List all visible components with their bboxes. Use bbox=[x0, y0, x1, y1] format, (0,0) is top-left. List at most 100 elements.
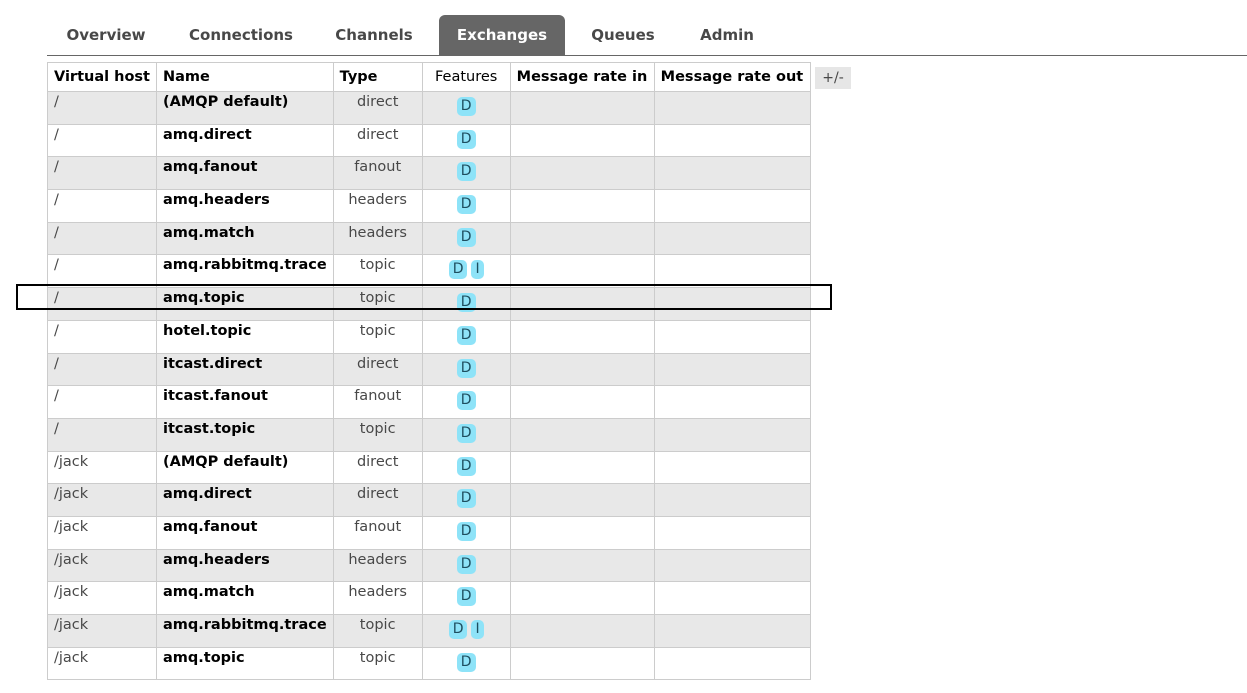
cell-features: D bbox=[421, 352, 511, 387]
cell-features: DI bbox=[421, 254, 511, 289]
exchanges-page: Overview Connections Channels Exchanges … bbox=[0, 0, 1247, 693]
cell-message-rate-in bbox=[509, 91, 655, 125]
cell-exchange-name-link[interactable]: amq.rabbitmq.trace bbox=[156, 614, 334, 648]
table-row[interactable]: / amq.topic topic D bbox=[47, 287, 811, 321]
toggle-columns-button[interactable]: +/- bbox=[815, 67, 851, 89]
table-row[interactable]: / amq.headers headers D bbox=[47, 189, 811, 223]
cell-exchange-name-link[interactable]: amq.direct bbox=[156, 483, 334, 517]
cell-message-rate-in bbox=[509, 123, 655, 158]
cell-features: D bbox=[421, 123, 511, 158]
durable-badge: D bbox=[456, 293, 476, 313]
cell-message-rate-in bbox=[509, 221, 655, 256]
tab-admin[interactable]: Admin bbox=[687, 15, 767, 55]
cell-features: D bbox=[421, 287, 511, 321]
cell-message-rate-out bbox=[653, 548, 811, 583]
tab-overview[interactable]: Overview bbox=[47, 15, 165, 55]
cell-exchange-name-link[interactable]: (AMQP default) bbox=[156, 91, 334, 125]
cell-virtual-host: / bbox=[47, 352, 157, 387]
cell-message-rate-out bbox=[653, 156, 811, 191]
column-header-message-rate-out[interactable]: Message rate out bbox=[653, 62, 811, 92]
table-row[interactable]: /jack amq.fanout fanout D bbox=[47, 515, 811, 550]
durable-badge: D bbox=[456, 97, 476, 116]
column-header-virtual-host[interactable]: Virtual host bbox=[47, 62, 157, 92]
cell-type: topic bbox=[332, 254, 423, 289]
cell-exchange-name-link[interactable]: hotel.topic bbox=[156, 319, 334, 354]
column-header-message-rate-in[interactable]: Message rate in bbox=[509, 62, 655, 92]
tab-connections[interactable]: Connections bbox=[175, 15, 307, 55]
table-row[interactable]: / itcast.direct direct D bbox=[47, 352, 811, 387]
table-row[interactable]: / amq.rabbitmq.trace topic D I bbox=[47, 254, 811, 289]
cell-exchange-name-link[interactable]: amq.rabbitmq.trace bbox=[156, 254, 334, 289]
cell-virtual-host: / bbox=[47, 91, 157, 125]
cell-virtual-host: / bbox=[47, 385, 157, 419]
table-row[interactable]: /jack amq.direct direct D bbox=[47, 483, 811, 517]
table-header-row: Virtual host Name Type Features Message … bbox=[47, 62, 811, 92]
durable-badge: D bbox=[456, 325, 476, 345]
cell-message-rate-in bbox=[509, 581, 655, 615]
table-row[interactable]: / amq.match headers D bbox=[47, 221, 811, 256]
durable-badge: D bbox=[456, 652, 476, 672]
cell-message-rate-out bbox=[653, 221, 811, 256]
cell-message-rate-out bbox=[653, 646, 811, 681]
table-row[interactable]: /jack amq.headers headers D bbox=[47, 548, 811, 583]
table-row[interactable]: /jack amq.match headers D bbox=[47, 581, 811, 615]
cell-type: topic bbox=[332, 417, 423, 452]
cell-exchange-name-link[interactable]: amq.topic bbox=[156, 287, 334, 321]
tab-queues[interactable]: Queues bbox=[579, 15, 667, 55]
cell-features: DI bbox=[421, 614, 511, 648]
durable-badge: D bbox=[456, 521, 476, 541]
cell-type: fanout bbox=[332, 156, 423, 191]
cell-type: topic bbox=[332, 646, 423, 681]
internal-badge: I bbox=[471, 260, 484, 280]
column-header-name[interactable]: Name bbox=[156, 62, 334, 92]
cell-features: D bbox=[421, 483, 511, 517]
cell-virtual-host: /jack bbox=[47, 646, 157, 681]
cell-type: fanout bbox=[332, 385, 423, 419]
cell-exchange-name-link[interactable]: itcast.fanout bbox=[156, 385, 334, 419]
cell-features: D bbox=[421, 91, 511, 125]
cell-message-rate-in bbox=[509, 254, 655, 289]
cell-message-rate-out bbox=[653, 385, 811, 419]
cell-message-rate-in bbox=[509, 614, 655, 648]
cell-exchange-name-link[interactable]: amq.topic bbox=[156, 646, 334, 681]
table-row[interactable]: / hotel.topic topic D bbox=[47, 319, 811, 354]
cell-features: D bbox=[421, 450, 511, 485]
tab-channels[interactable]: Channels bbox=[322, 15, 426, 55]
cell-exchange-name-link[interactable]: itcast.direct bbox=[156, 352, 334, 387]
cell-virtual-host: /jack bbox=[47, 450, 157, 485]
cell-message-rate-in bbox=[509, 515, 655, 550]
cell-exchange-name-link[interactable]: amq.headers bbox=[156, 189, 334, 223]
table-row[interactable]: / itcast.topic topic D bbox=[47, 417, 811, 452]
table-row[interactable]: /jack amq.rabbitmq.trace topic D I bbox=[47, 614, 811, 648]
table-row[interactable]: / itcast.fanout fanout D bbox=[47, 385, 811, 419]
durable-badge: D bbox=[456, 489, 476, 509]
cell-type: direct bbox=[332, 450, 423, 485]
table-row[interactable]: / amq.direct direct D bbox=[47, 123, 811, 158]
cell-exchange-name-link[interactable]: amq.match bbox=[156, 221, 334, 256]
cell-message-rate-in bbox=[509, 646, 655, 681]
cell-type: direct bbox=[332, 352, 423, 387]
cell-exchange-name-link[interactable]: itcast.topic bbox=[156, 417, 334, 452]
cell-type: headers bbox=[332, 548, 423, 583]
cell-exchange-name-link[interactable]: amq.fanout bbox=[156, 515, 334, 550]
cell-features: D bbox=[421, 581, 511, 615]
cell-message-rate-out bbox=[653, 417, 811, 452]
cell-exchange-name-link[interactable]: amq.direct bbox=[156, 123, 334, 158]
table-row[interactable]: / amq.fanout fanout D bbox=[47, 156, 811, 191]
cell-exchange-name-link[interactable]: (AMQP default) bbox=[156, 450, 334, 485]
cell-exchange-name-link[interactable]: amq.match bbox=[156, 581, 334, 615]
durable-badge: D bbox=[456, 456, 476, 476]
durable-badge: D bbox=[456, 554, 476, 574]
tab-exchanges[interactable]: Exchanges bbox=[439, 15, 565, 55]
table-row[interactable]: /jack (AMQP default) direct D bbox=[47, 450, 811, 485]
column-header-type[interactable]: Type bbox=[332, 62, 423, 92]
cell-exchange-name-link[interactable]: amq.fanout bbox=[156, 156, 334, 191]
cell-message-rate-in bbox=[509, 156, 655, 191]
table-row[interactable]: /jack amq.topic topic D bbox=[47, 646, 811, 681]
durable-badge: D bbox=[456, 227, 476, 247]
cell-type: headers bbox=[332, 581, 423, 615]
cell-virtual-host: /jack bbox=[47, 581, 157, 615]
cell-exchange-name-link[interactable]: amq.headers bbox=[156, 548, 334, 583]
table-row[interactable]: / (AMQP default) direct D bbox=[47, 91, 811, 125]
cell-type: topic bbox=[332, 287, 423, 321]
